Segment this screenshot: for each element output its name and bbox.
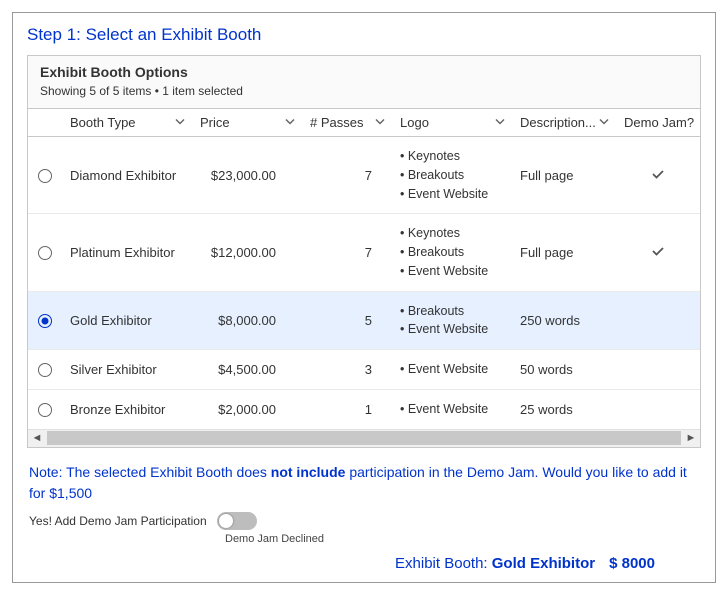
chevron-down-icon xyxy=(284,115,296,130)
panel-title: Exhibit Booth Options xyxy=(40,64,688,80)
chevron-down-icon xyxy=(598,115,610,130)
cell-passes: 1 xyxy=(302,389,392,428)
cell-logo: • Event Website xyxy=(392,350,512,390)
cell-booth-type: Platinum Exhibitor xyxy=(62,214,192,291)
cell-passes: 7 xyxy=(302,137,392,214)
cell-description: Full page xyxy=(512,137,616,214)
col-demo-jam[interactable]: Demo Jam? xyxy=(616,109,700,137)
cell-description: 250 words xyxy=(512,291,616,350)
horizontal-scrollbar[interactable]: ◄ ► xyxy=(28,429,700,447)
summary-line: Exhibit Booth: Gold Exhibitor$ 8000 xyxy=(27,555,655,572)
col-logo[interactable]: Logo xyxy=(392,109,512,137)
row-radio[interactable] xyxy=(38,246,52,260)
cell-passes: 7 xyxy=(302,214,392,291)
cell-logo: • Keynotes• Breakouts• Event Website xyxy=(392,137,512,214)
cell-logo: • Keynotes• Breakouts• Event Website xyxy=(392,214,512,291)
cell-logo: • Event Website xyxy=(392,389,512,428)
cell-logo: • Breakouts• Event Website xyxy=(392,291,512,350)
chevron-down-icon xyxy=(374,115,386,130)
cell-booth-type: Diamond Exhibitor xyxy=(62,137,192,214)
demo-jam-toggle-row: Yes! Add Demo Jam Participation Demo Jam… xyxy=(29,512,699,545)
demo-jam-note: Note: The selected Exhibit Booth does no… xyxy=(29,462,699,504)
row-radio[interactable] xyxy=(38,169,52,183)
cell-price: $4,500.00 xyxy=(192,350,302,390)
demo-jam-toggle[interactable] xyxy=(217,512,257,530)
cell-booth-type: Silver Exhibitor xyxy=(62,350,192,390)
step-container: Step 1: Select an Exhibit Booth Exhibit … xyxy=(12,12,716,583)
cell-booth-type: Gold Exhibitor xyxy=(62,291,192,350)
cell-passes: 5 xyxy=(302,291,392,350)
check-icon xyxy=(650,247,666,262)
table-row[interactable]: Silver Exhibitor$4,500.003• Event Websit… xyxy=(28,350,700,390)
toggle-label: Yes! Add Demo Jam Participation xyxy=(29,514,207,528)
scroll-right-icon[interactable]: ► xyxy=(682,432,700,444)
cell-price: $23,000.00 xyxy=(192,137,302,214)
cell-demo-jam xyxy=(616,389,700,428)
col-passes[interactable]: # Passes xyxy=(302,109,392,137)
scroll-track[interactable] xyxy=(47,431,681,445)
panel-subtitle: Showing 5 of 5 items • 1 item selected xyxy=(40,84,688,98)
booth-table: Booth Type Price # Passes Logo xyxy=(28,109,700,429)
col-price[interactable]: Price xyxy=(192,109,302,137)
panel-header: Exhibit Booth Options Showing 5 of 5 ite… xyxy=(28,56,700,109)
cell-description: 25 words xyxy=(512,389,616,428)
check-icon xyxy=(650,170,666,185)
cell-description: 50 words xyxy=(512,350,616,390)
cell-price: $2,000.00 xyxy=(192,389,302,428)
chevron-down-icon xyxy=(494,115,506,130)
scroll-left-icon[interactable]: ◄ xyxy=(28,432,46,444)
cell-description: Full page xyxy=(512,214,616,291)
step-title: Step 1: Select an Exhibit Booth xyxy=(27,25,701,45)
cell-price: $12,000.00 xyxy=(192,214,302,291)
cell-demo-jam xyxy=(616,214,700,291)
cell-demo-jam xyxy=(616,350,700,390)
table-row[interactable]: Bronze Exhibitor$2,000.001• Event Websit… xyxy=(28,389,700,428)
table-row[interactable]: Gold Exhibitor$8,000.005• Breakouts• Eve… xyxy=(28,291,700,350)
row-radio[interactable] xyxy=(38,314,52,328)
cell-booth-type: Bronze Exhibitor xyxy=(62,389,192,428)
cell-demo-jam xyxy=(616,291,700,350)
col-description[interactable]: Description... xyxy=(512,109,616,137)
table-row[interactable]: Diamond Exhibitor$23,000.007• Keynotes• … xyxy=(28,137,700,214)
col-booth-type[interactable]: Booth Type xyxy=(62,109,192,137)
cell-passes: 3 xyxy=(302,350,392,390)
booth-options-panel: Exhibit Booth Options Showing 5 of 5 ite… xyxy=(27,55,701,448)
row-radio[interactable] xyxy=(38,363,52,377)
row-radio[interactable] xyxy=(38,403,52,417)
table-row[interactable]: Platinum Exhibitor$12,000.007• Keynotes•… xyxy=(28,214,700,291)
cell-price: $8,000.00 xyxy=(192,291,302,350)
table-header-row: Booth Type Price # Passes Logo xyxy=(28,109,700,137)
toggle-status: Demo Jam Declined xyxy=(225,533,324,545)
chevron-down-icon xyxy=(174,115,186,130)
cell-demo-jam xyxy=(616,137,700,214)
col-select xyxy=(28,109,62,137)
